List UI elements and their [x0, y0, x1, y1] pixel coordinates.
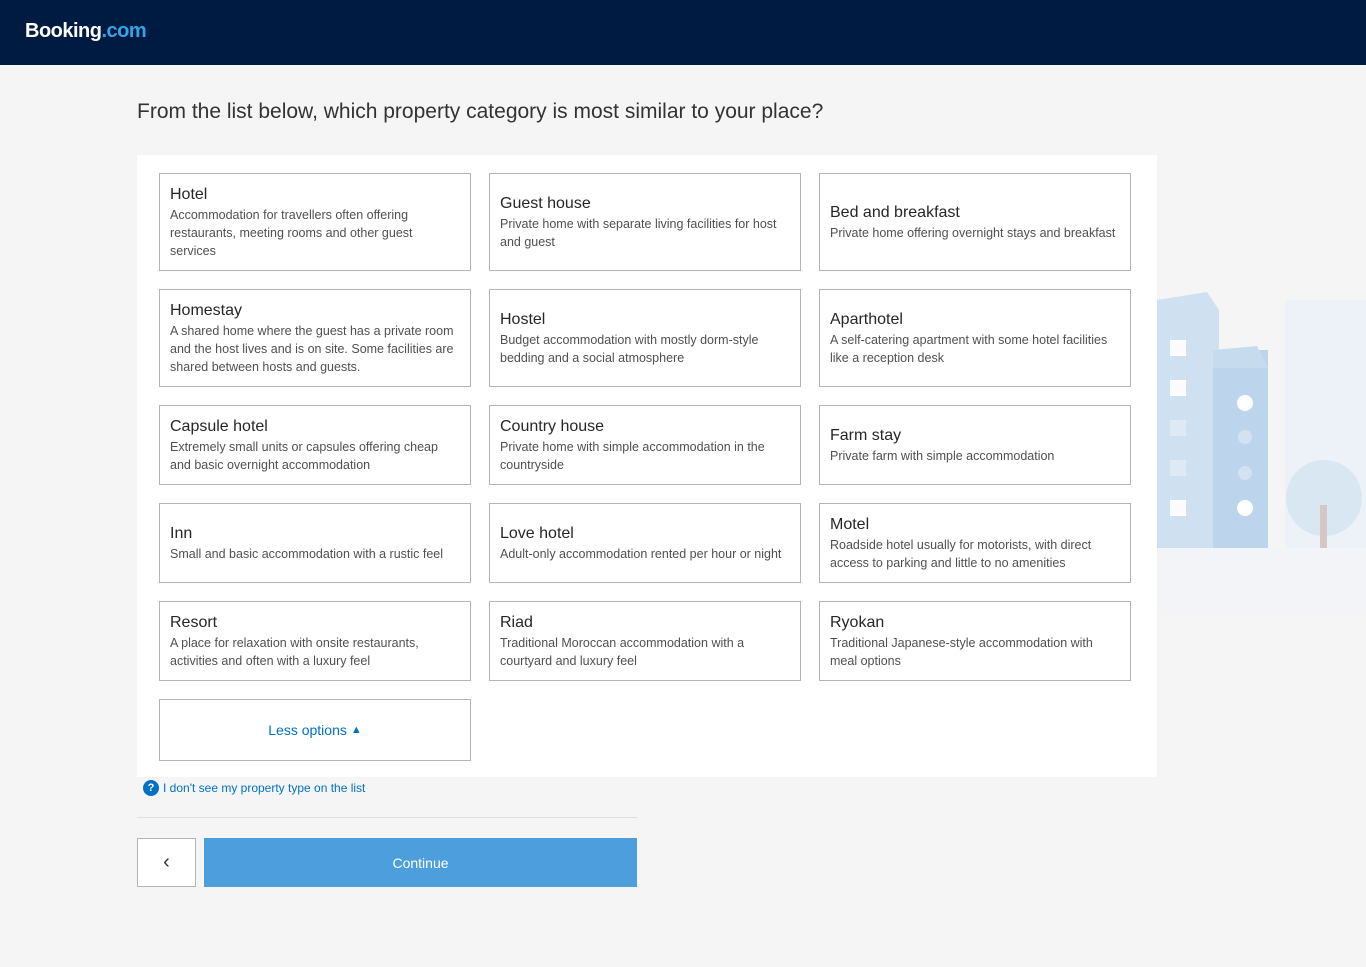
category-title: Riad	[500, 613, 533, 631]
category-card-resort[interactable]: Resort A place for relaxation with onsit…	[159, 601, 471, 681]
buildings-illustration	[1157, 292, 1366, 610]
category-title: Bed and breakfast	[830, 203, 960, 221]
category-description: Private home with separate living facili…	[500, 216, 777, 249]
question-mark-icon: ?	[143, 780, 159, 796]
category-card-guest-house[interactable]: Guest house Private home with separate l…	[489, 173, 801, 271]
category-card-capsule-hotel[interactable]: Capsule hotel Extremely small units or c…	[159, 405, 471, 485]
logo-text-suffix: .com	[101, 20, 147, 42]
category-title: Hotel	[170, 185, 208, 203]
page-question: From the list below, which property cate…	[137, 100, 824, 123]
category-description: A shared home where the guest has a priv…	[170, 323, 454, 374]
category-description: Private home with simple accommodation i…	[500, 439, 765, 472]
category-title: Love hotel	[500, 524, 574, 542]
category-description: Traditional Moroccan accommodation with …	[500, 635, 745, 668]
less-options-label: Less options	[268, 722, 347, 738]
category-title: Resort	[170, 613, 218, 631]
category-description: Private farm with simple accommodation	[830, 448, 1055, 463]
category-card-bed-and-breakfast[interactable]: Bed and breakfast Private home offering …	[819, 173, 1131, 271]
category-card-motel[interactable]: Motel Roadside hotel usually for motoris…	[819, 503, 1131, 583]
category-description: Traditional Japanese-style accommodation…	[830, 635, 1093, 668]
category-title: Guest house	[500, 194, 591, 212]
booking-logo[interactable]: Booking.com	[25, 20, 147, 43]
category-description: A self-catering apartment with some hote…	[830, 332, 1108, 365]
category-title: Inn	[170, 524, 193, 542]
category-title: Hostel	[500, 310, 546, 328]
chevron-left-icon: ‹	[163, 851, 170, 873]
category-description: Accommodation for travellers often offer…	[170, 207, 413, 258]
category-title: Ryokan	[830, 613, 885, 631]
category-description: Private home offering overnight stays an…	[830, 225, 1116, 240]
help-link-text: I don't see my property type on the list	[163, 781, 366, 795]
category-card-farm-stay[interactable]: Farm stay Private farm with simple accom…	[819, 405, 1131, 485]
less-options-button[interactable]: Less options ▲	[159, 699, 471, 761]
category-card-hotel[interactable]: Hotel Accommodation for travellers often…	[159, 173, 471, 271]
category-card-country-house[interactable]: Country house Private home with simple a…	[489, 405, 801, 485]
category-card-ryokan[interactable]: Ryokan Traditional Japanese-style accomm…	[819, 601, 1131, 681]
category-title: Country house	[500, 417, 605, 435]
top-navigation-bar: Booking.com	[0, 0, 1366, 65]
category-description: Small and basic accommodation with a rus…	[170, 546, 444, 561]
property-not-listed-link[interactable]: ? I don't see my property type on the li…	[143, 780, 365, 796]
continue-button[interactable]: Continue	[204, 838, 637, 887]
back-button[interactable]: ‹	[137, 838, 196, 887]
category-card-love-hotel[interactable]: Love hotel Adult-only accommodation rent…	[489, 503, 801, 583]
category-title: Aparthotel	[830, 310, 903, 328]
category-description: Adult-only accommodation rented per hour…	[500, 546, 782, 561]
category-card-riad[interactable]: Riad Traditional Moroccan accommodation …	[489, 601, 801, 681]
category-title: Farm stay	[830, 426, 902, 444]
logo-text-main: Booking	[25, 20, 102, 42]
category-card-inn[interactable]: Inn Small and basic accommodation with a…	[159, 503, 471, 583]
category-title: Capsule hotel	[170, 417, 268, 435]
divider	[137, 817, 637, 818]
category-card-aparthotel[interactable]: Aparthotel A self-catering apartment wit…	[819, 289, 1131, 387]
category-description: A place for relaxation with onsite resta…	[170, 635, 419, 668]
category-description: Extremely small units or capsules offeri…	[170, 439, 438, 472]
category-card-homestay[interactable]: Homestay A shared home where the guest h…	[159, 289, 471, 387]
category-description: Roadside hotel usually for motorists, wi…	[830, 537, 1092, 570]
category-panel: Hotel Accommodation for travellers often…	[137, 155, 1157, 777]
triangle-up-icon: ▲	[350, 724, 362, 736]
category-card-hostel[interactable]: Hostel Budget accommodation with mostly …	[489, 289, 801, 387]
category-description: Budget accommodation with mostly dorm-st…	[500, 332, 759, 365]
category-title: Motel	[830, 515, 870, 533]
category-title: Homestay	[170, 301, 243, 319]
